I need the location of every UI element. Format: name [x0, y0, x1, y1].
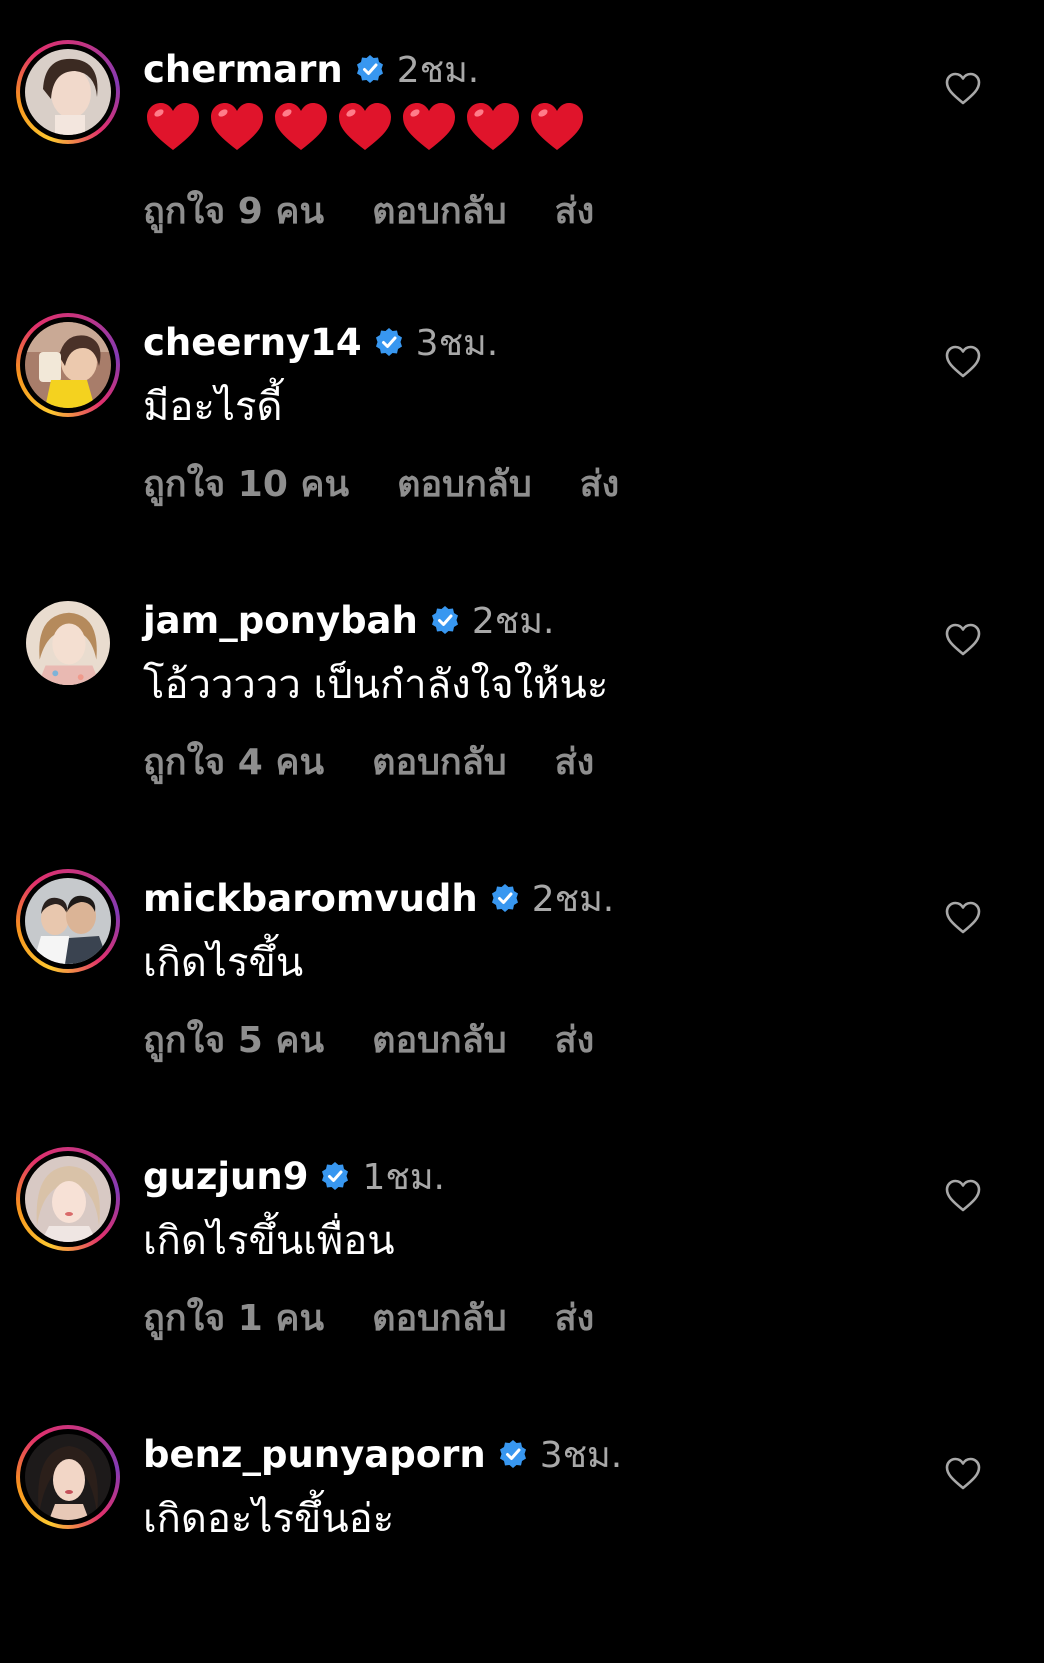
- comment-text: โอ้ววววว เป็นกำลังใจให้นะ: [143, 662, 609, 708]
- comment-actions: ถูกใจ 1 คน ตอบกลับ ส่ง: [143, 1289, 642, 1345]
- comment-item: chermarn 2ชม. ถูกใจ 9 คน ตอบกลับ ส่ง: [0, 0, 1044, 278]
- comment-time: 2ชม.: [531, 878, 615, 920]
- username[interactable]: benz_punyaporn: [143, 1433, 486, 1476]
- comment-text: เกิดอะไรขึ้นอ่ะ: [143, 1496, 395, 1542]
- comment-actions: ถูกใจ 5 คน ตอบกลับ ส่ง: [143, 1011, 642, 1067]
- comment-text: มีอะไรดี้: [143, 384, 283, 430]
- send-button[interactable]: ส่ง: [555, 733, 595, 790]
- comment-item: mickbaromvudh 2ชม. เกิดไรขึ้น ถูกใจ 5 คน…: [0, 829, 1044, 1107]
- send-button[interactable]: ส่ง: [555, 182, 595, 239]
- comment-text: เกิดไรขึ้น: [143, 940, 304, 986]
- verified-badge-icon: [320, 1161, 350, 1191]
- avatar[interactable]: [16, 40, 120, 144]
- avatar-photo: [25, 322, 111, 408]
- comment-time: 3ชม.: [539, 1434, 623, 1476]
- comment-text: [145, 100, 585, 156]
- heart-outline-icon[interactable]: [944, 1177, 982, 1215]
- reply-button[interactable]: ตอบกลับ: [397, 455, 532, 512]
- username[interactable]: cheerny14: [143, 321, 362, 364]
- red-heart-emoji: [467, 103, 519, 150]
- send-button[interactable]: ส่ง: [555, 1011, 595, 1068]
- avatar[interactable]: [16, 1147, 120, 1251]
- comment-actions: ถูกใจ 9 คน ตอบกลับ ส่ง: [143, 182, 642, 238]
- reply-button[interactable]: ตอบกลับ: [372, 182, 507, 239]
- heart-outline-icon[interactable]: [944, 70, 982, 108]
- username[interactable]: guzjun9: [143, 1155, 308, 1198]
- verified-badge-icon: [490, 883, 520, 913]
- heart-outline-icon[interactable]: [944, 899, 982, 937]
- avatar-photo: [25, 1434, 111, 1520]
- send-button[interactable]: ส่ง: [555, 1289, 595, 1346]
- likes-count[interactable]: ถูกใจ 4 คน: [143, 733, 324, 790]
- red-heart-emoji: [403, 103, 455, 150]
- reply-button[interactable]: ตอบกลับ: [372, 1011, 507, 1068]
- comment-header: benz_punyaporn 3ชม.: [143, 1429, 622, 1479]
- comment-item: benz_punyaporn 3ชม. เกิดอะไรขึ้นอ่ะ: [0, 1385, 1044, 1663]
- username[interactable]: mickbaromvudh: [143, 877, 478, 920]
- heart-outline-icon[interactable]: [944, 621, 982, 659]
- red-heart-emoji: [339, 103, 391, 150]
- avatar[interactable]: [16, 313, 120, 417]
- verified-badge-icon: [498, 1439, 528, 1469]
- comment-actions: ถูกใจ 10 คน ตอบกลับ ส่ง: [143, 455, 667, 511]
- heart-outline-icon[interactable]: [944, 1455, 982, 1493]
- avatar-photo: [25, 1156, 111, 1242]
- likes-count[interactable]: ถูกใจ 5 คน: [143, 1011, 324, 1068]
- comments-screen: { "comments": [ { "username": "chermarn"…: [0, 0, 1044, 1570]
- username[interactable]: chermarn: [143, 48, 343, 91]
- comment-header: jam_ponybah 2ชม.: [143, 595, 554, 645]
- likes-count[interactable]: ถูกใจ 1 คน: [143, 1289, 324, 1346]
- send-button[interactable]: ส่ง: [580, 455, 620, 512]
- comment-header: mickbaromvudh 2ชม.: [143, 873, 614, 923]
- reply-button[interactable]: ตอบกลับ: [372, 1289, 507, 1346]
- avatar[interactable]: [16, 1425, 120, 1529]
- red-heart-emoji: [211, 103, 263, 150]
- reply-button[interactable]: ตอบกลับ: [372, 733, 507, 790]
- username[interactable]: jam_ponybah: [143, 599, 418, 642]
- verified-badge-icon: [355, 54, 385, 84]
- red-heart-emoji: [275, 103, 327, 150]
- comment-actions: ถูกใจ 4 คน ตอบกลับ ส่ง: [143, 733, 642, 789]
- red-heart-emoji: [147, 103, 199, 150]
- avatar-photo: [26, 601, 110, 685]
- red-heart-emoji: [531, 103, 583, 150]
- comment-text: เกิดไรขึ้นเพื่อน: [143, 1218, 395, 1264]
- verified-badge-icon: [374, 327, 404, 357]
- comment-header: chermarn 2ชม.: [143, 44, 479, 94]
- likes-count[interactable]: ถูกใจ 9 คน: [143, 182, 324, 239]
- comment-header: cheerny14 3ชม.: [143, 317, 498, 367]
- likes-count[interactable]: ถูกใจ 10 คน: [143, 455, 349, 512]
- comment-time: 2ชม.: [396, 49, 480, 91]
- comment-time: 3ชม.: [415, 322, 499, 364]
- comment-time: 1ชม.: [362, 1156, 445, 1198]
- avatar[interactable]: [16, 591, 120, 695]
- comment-item: cheerny14 3ชม. มีอะไรดี้ ถูกใจ 10 คน ตอบ…: [0, 273, 1044, 551]
- comment-item: jam_ponybah 2ชม. โอ้ววววว เป็นกำลังใจให้…: [0, 551, 1044, 829]
- avatar[interactable]: [16, 869, 120, 973]
- avatar-photo: [25, 49, 111, 135]
- verified-badge-icon: [430, 605, 460, 635]
- heart-outline-icon[interactable]: [944, 343, 982, 381]
- avatar-photo: [25, 878, 111, 964]
- comment-time: 2ชม.: [471, 600, 555, 642]
- comment-item: guzjun9 1ชม. เกิดไรขึ้นเพื่อน ถูกใจ 1 คน…: [0, 1107, 1044, 1385]
- comment-header: guzjun9 1ชม.: [143, 1151, 445, 1201]
